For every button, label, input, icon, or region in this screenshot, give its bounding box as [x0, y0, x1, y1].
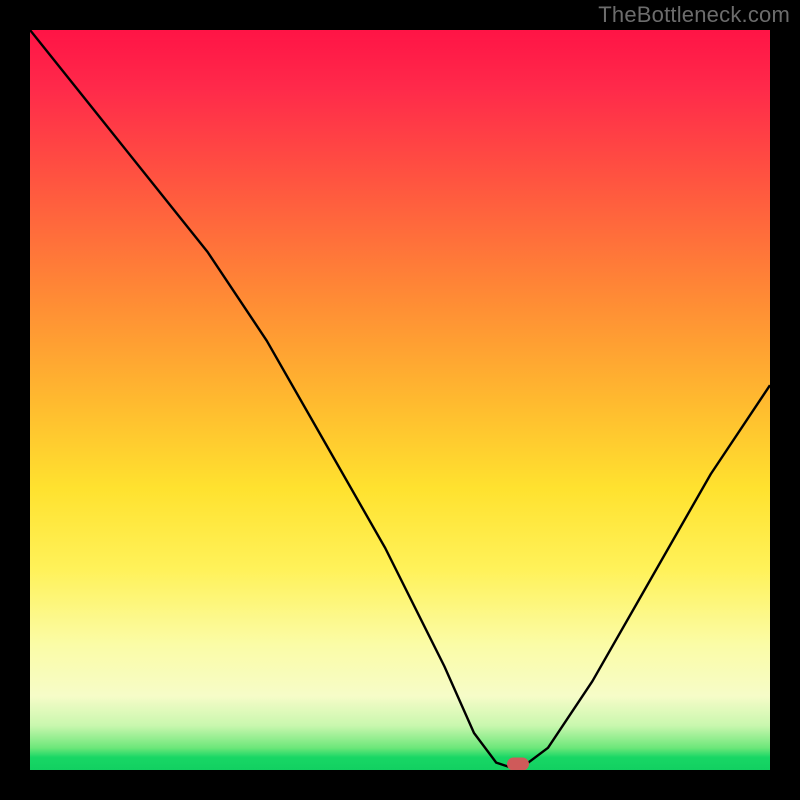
plot-area — [30, 30, 770, 770]
chart-frame: TheBottleneck.com — [0, 0, 800, 800]
watermark-text: TheBottleneck.com — [598, 2, 790, 28]
optimal-point-marker — [507, 758, 529, 771]
bottleneck-curve — [30, 30, 770, 770]
